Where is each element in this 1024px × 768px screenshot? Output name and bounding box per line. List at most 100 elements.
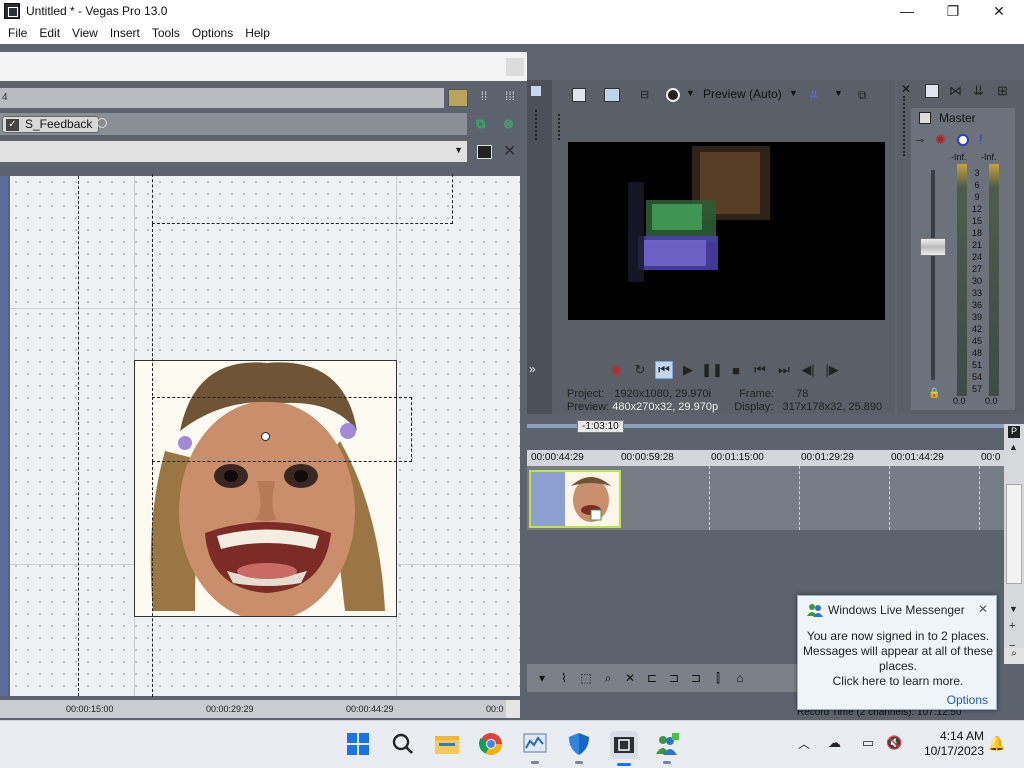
notification-close-button[interactable]: ✕	[978, 602, 988, 616]
copy-snapshot-icon[interactable]: ⧉	[858, 88, 872, 102]
plugin-chip-s-feedback[interactable]: ✓ S_Feedback	[2, 116, 100, 133]
lock-icon[interactable]: 🔒	[928, 388, 940, 399]
minimize-button[interactable]: —	[884, 0, 930, 22]
chevron-down-icon[interactable]: ▼	[789, 88, 798, 98]
preview-quality-dropdown[interactable]: Preview (Auto)	[703, 87, 782, 101]
save-preset-icon[interactable]	[477, 145, 492, 159]
menu-edit[interactable]: Edit	[33, 26, 66, 40]
fx-scrollbar[interactable]	[506, 700, 520, 718]
maximize-button[interactable]: ❐	[930, 0, 976, 22]
plugin-chain-icon[interactable]: ⧉	[476, 116, 492, 132]
grip-icon[interactable]	[535, 110, 537, 140]
grip-icon[interactable]	[558, 114, 560, 140]
lock-icon[interactable]: ⌂	[733, 671, 747, 685]
zoom-edit-icon[interactable]: ⌕	[601, 671, 615, 685]
system-clock[interactable]: 4:14 AM 10/17/2023	[916, 729, 984, 759]
properties-icon[interactable]	[572, 88, 586, 102]
close-button[interactable]: ✕	[976, 0, 1022, 22]
record-icon[interactable]: ◉	[607, 361, 625, 379]
master-fx-chain-icon[interactable]: ✺	[935, 132, 946, 148]
menu-tools[interactable]: Tools	[146, 26, 186, 40]
split-icon[interactable]: ⫿	[711, 671, 725, 685]
menu-insert[interactable]: Insert	[104, 26, 146, 40]
trim-start-icon[interactable]: ⊐	[667, 671, 681, 685]
zoom-in-icon[interactable]: +	[1009, 620, 1015, 632]
notification-options-link[interactable]: Options	[947, 693, 988, 707]
overlay-icon[interactable]	[666, 88, 680, 102]
plugin-enabled-checkbox[interactable]: ✓	[6, 119, 19, 131]
vegas-pro-taskbar-icon[interactable]	[610, 731, 638, 766]
preset-dropdown[interactable]: ▼	[0, 141, 467, 162]
loop-playback-icon[interactable]: ↻	[631, 361, 649, 379]
trim-end-icon[interactable]: ⊐	[689, 671, 703, 685]
delete-icon[interactable]: ✕	[623, 671, 637, 685]
chevron-up-icon[interactable]: ︿	[798, 735, 810, 752]
split-screen-icon[interactable]: ⊟	[640, 88, 654, 102]
notification-body[interactable]: You are now signed in to 2 places. Messa…	[798, 629, 998, 689]
zoom-tool-icon[interactable]: ⌕	[1004, 648, 1024, 664]
detail-view-icon[interactable]: ⁞⁞⁞	[500, 89, 520, 107]
selection-edit-icon[interactable]: ⬚	[579, 671, 593, 685]
menu-help[interactable]: Help	[239, 26, 276, 40]
master-fader[interactable]	[920, 238, 946, 256]
chrome-icon[interactable]	[478, 731, 504, 757]
remove-plugin-icon[interactable]: ⊗	[503, 116, 519, 132]
menu-file[interactable]: File	[2, 26, 33, 40]
timeline-ruler[interactable]: 00:00:44:29 00:00:59:28 00:01:15:00 00:0…	[527, 450, 1004, 466]
mixer-properties-icon[interactable]	[925, 84, 939, 98]
list-view-icon[interactable]	[448, 89, 468, 107]
pause-icon[interactable]: ❚❚	[701, 361, 723, 379]
chevron-down-icon[interactable]: ▼	[686, 88, 695, 98]
insert-bus-icon[interactable]: ⊞	[997, 83, 1008, 99]
go-to-start-icon[interactable]: ⏮	[751, 361, 769, 379]
fx-time-ruler[interactable]: 00:00:15:00 00:00:29:29 00:00:44:29 00:0	[0, 700, 506, 718]
volume-muted-icon[interactable]: 🔇	[886, 735, 902, 751]
downmix-icon[interactable]: ⋈	[949, 83, 962, 99]
fx-close-button[interactable]	[506, 58, 524, 76]
delete-preset-icon[interactable]: ✕	[503, 141, 516, 161]
fx-bypass-icon[interactable]: ⊸	[915, 134, 924, 147]
play-icon[interactable]: ▶	[679, 361, 697, 379]
network-icon[interactable]: ▭	[862, 735, 874, 751]
marker-icon[interactable]: P	[1008, 426, 1020, 438]
dim-output-icon[interactable]: ⇊	[973, 83, 984, 99]
stop-icon[interactable]: ■	[727, 361, 745, 379]
start-icon[interactable]	[345, 731, 371, 757]
crop-box[interactable]	[152, 397, 412, 462]
security-shield-icon[interactable]	[566, 731, 592, 764]
grid-view-icon[interactable]: ⁞⁞	[474, 89, 494, 107]
grip-icon[interactable]	[903, 96, 905, 156]
performance-monitor-icon[interactable]	[522, 731, 548, 764]
menu-view[interactable]: View	[66, 26, 104, 40]
messenger-notification[interactable]: Windows Live Messenger ✕ You are now sig…	[797, 595, 997, 710]
close-icon[interactable]: ✕	[901, 82, 911, 96]
play-from-start-icon[interactable]: ⏮	[655, 361, 673, 379]
timeline-vertical-scrollbar[interactable]: P ▲ ▼ + −	[1004, 424, 1024, 664]
notification-bell-icon[interactable]: 🔔	[988, 735, 1005, 752]
previous-frame-icon[interactable]: ◀|	[799, 361, 817, 379]
video-clip[interactable]	[529, 470, 621, 528]
grid-icon[interactable]: #	[810, 87, 817, 102]
next-frame-icon[interactable]: |▶	[823, 361, 841, 379]
search-icon[interactable]	[390, 731, 416, 757]
messenger-taskbar-icon[interactable]	[654, 731, 680, 764]
trim-icon[interactable]: ⊏	[645, 671, 659, 685]
envelope-edit-icon[interactable]: ⌇	[557, 671, 571, 685]
go-to-end-icon[interactable]: ⏭	[775, 361, 793, 379]
master-fx-icon[interactable]	[919, 112, 931, 124]
menu-options[interactable]: Options	[186, 26, 239, 40]
chevron-down-icon[interactable]: ▼	[834, 88, 843, 98]
scroll-down-icon[interactable]: ▼	[1009, 604, 1018, 614]
file-explorer-icon[interactable]	[434, 731, 460, 757]
chevron-right-icon[interactable]: »	[529, 362, 536, 376]
notification-learn-more-link[interactable]: Click here to learn more.	[798, 674, 998, 689]
onedrive-icon[interactable]: ☁	[828, 735, 841, 751]
crop-center-handle[interactable]	[261, 432, 270, 441]
chevron-down-icon[interactable]: ▾	[535, 671, 549, 685]
fx-track-row: 4	[0, 88, 444, 108]
scroll-thumb[interactable]	[1006, 484, 1022, 584]
monitor-icon[interactable]	[604, 88, 620, 102]
scroll-up-icon[interactable]: ▲	[1009, 442, 1018, 452]
mute-icon[interactable]	[957, 134, 969, 146]
solo-icon[interactable]: !	[979, 132, 983, 147]
